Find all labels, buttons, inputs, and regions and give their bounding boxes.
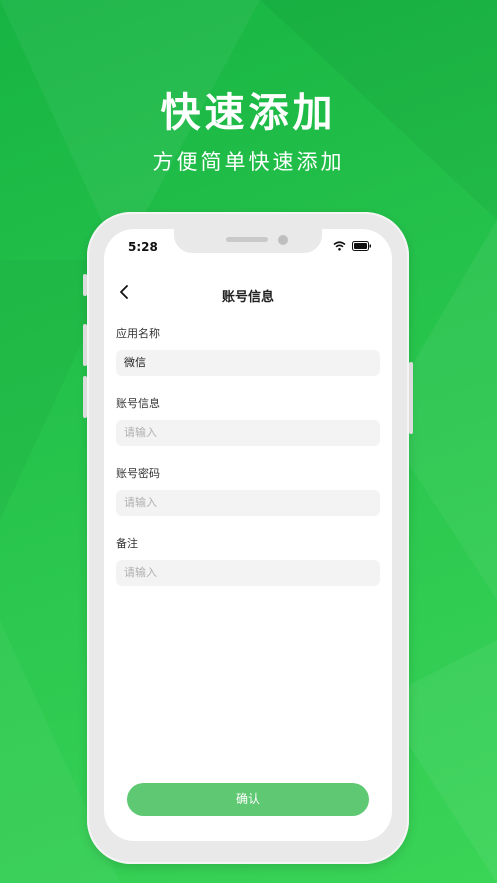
phone-power-button (409, 362, 413, 434)
phone-screen: 5:28 账号信息 应用名称 微信 账号信息 请输入 账号密码 请输入 备注 请… (104, 229, 392, 841)
phone-mockup: 5:28 账号信息 应用名称 微信 账号信息 请输入 账号密码 请输入 备注 请… (83, 212, 413, 864)
camera-icon (278, 235, 288, 245)
field-label-notes: 备注 (116, 537, 138, 550)
phone-volume-down-button (83, 376, 87, 418)
phone-side-button (83, 274, 87, 296)
account-input[interactable]: 请输入 (116, 420, 380, 446)
banner-headline: 快速添加 (160, 90, 337, 136)
phone-notch (174, 229, 322, 253)
field-label-account: 账号信息 (116, 397, 160, 410)
status-icons (333, 241, 372, 251)
speaker-grille (226, 237, 268, 242)
app-name-input[interactable]: 微信 (116, 350, 380, 376)
phone-volume-up-button (83, 324, 87, 366)
wifi-icon (333, 241, 346, 251)
status-time: 5:28 (128, 240, 158, 254)
page-title: 账号信息 (221, 290, 274, 305)
banner-subheadline: 方便简单快速添加 (152, 150, 345, 174)
field-label-password: 账号密码 (116, 467, 160, 480)
confirm-button[interactable]: 确认 (127, 783, 369, 816)
battery-icon (352, 241, 371, 251)
password-input[interactable]: 请输入 (116, 490, 380, 516)
notes-input[interactable]: 请输入 (116, 560, 380, 586)
field-label-app-name: 应用名称 (116, 327, 160, 340)
